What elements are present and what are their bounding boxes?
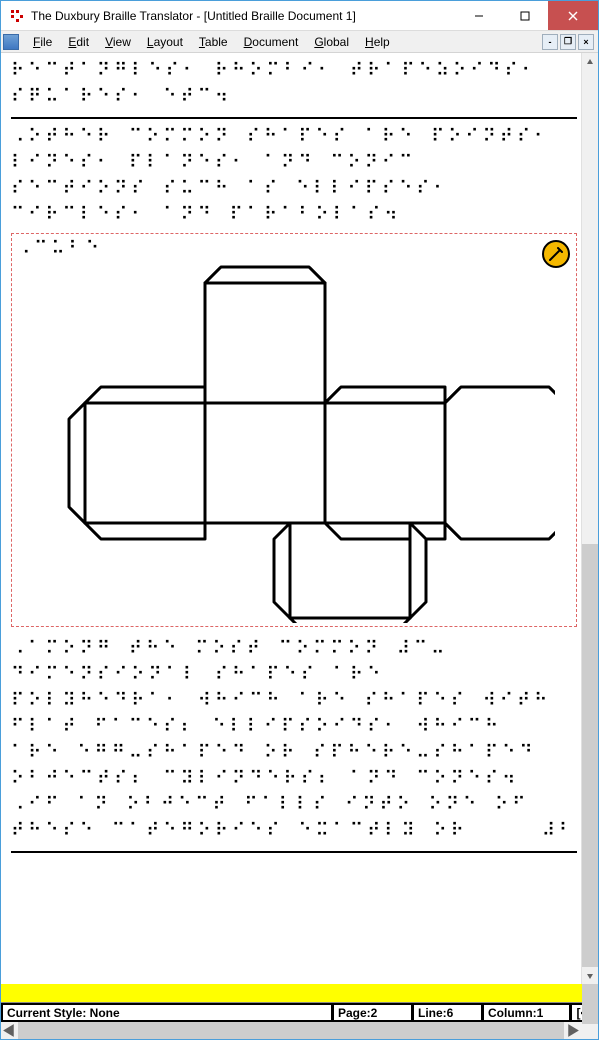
scroll-left-arrow-icon[interactable] (1, 1022, 18, 1039)
tactile-graphic-badge-icon (542, 240, 570, 268)
cube-net-graphic (55, 263, 555, 623)
braille-line: ⠞⠓⠑⠎⠑ ⠉⠁⠞⠑⠛⠕⠗⠊⠑⠎ ⠑⠭⠁⠉⠞⠇⠽ ⠕⠗ ⠼⠃ (11, 819, 577, 845)
braille-line: ⠠⠊⠋ ⠁⠝ ⠕⠃⠚⠑⠉⠞ ⠋⠁⠇⠇⠎ ⠊⠝⠞⠕ ⠕⠝⠑ ⠕⠋ (11, 793, 577, 819)
document-area[interactable]: ⠗⠑⠉⠞⠁⠝⠛⠇⠑⠎⠂ ⠗⠓⠕⠍⠃⠊⠂ ⠞⠗⠁⠏⠑⠵⠕⠊⠙⠎⠂ ⠎⠟⠥⠁⠗⠑⠎⠂… (1, 53, 581, 984)
end-of-page-marker (1, 984, 598, 1002)
braille-line: ⠠⠕⠞⠓⠑⠗ ⠉⠕⠍⠍⠕⠝ ⠎⠓⠁⠏⠑⠎ ⠁⠗⠑ ⠏⠕⠊⠝⠞⠎⠂ (11, 125, 577, 151)
menu-global[interactable]: Global (306, 33, 357, 51)
braille-line: ⠙⠊⠍⠑⠝⠎⠊⠕⠝⠁⠇ ⠎⠓⠁⠏⠑⠎ ⠁⠗⠑ (11, 663, 577, 689)
status-column: Column:1 (482, 1003, 570, 1022)
vertical-scrollbar[interactable] (581, 53, 598, 984)
menu-view[interactable]: View (97, 33, 139, 51)
title-bar: The Duxbury Braille Translator - [Untitl… (1, 1, 598, 31)
minimize-button[interactable] (456, 1, 502, 30)
horizontal-scrollbar[interactable] (1, 1022, 598, 1039)
app-icon (9, 8, 25, 24)
scrollbar-corner (581, 1022, 598, 1039)
mdi-minimize-button[interactable]: ‐ (542, 34, 558, 50)
menu-table[interactable]: Table (191, 33, 236, 51)
close-button[interactable] (548, 1, 598, 30)
graphic-frame[interactable]: ⠠⠉⠥⠃⠑ (11, 233, 577, 627)
scrollbar-thumb[interactable] (582, 544, 598, 1024)
divider (11, 851, 577, 853)
menu-bar: File Edit View Layout Table Document Glo… (1, 31, 598, 53)
status-page: Page:2 (332, 1003, 412, 1022)
menu-help[interactable]: Help (357, 33, 398, 51)
graphic-label: ⠠⠉⠥⠃⠑ (15, 237, 573, 263)
mdi-restore-button[interactable]: ❐ (560, 34, 576, 50)
braille-line: ⠁⠗⠑ ⠑⠛⠛⠤⠎⠓⠁⠏⠑⠙ ⠕⠗ ⠎⠏⠓⠑⠗⠑⠤⠎⠓⠁⠏⠑⠙ (11, 741, 577, 767)
status-line: Line:6 (412, 1003, 482, 1022)
braille-line: ⠎⠟⠥⠁⠗⠑⠎⠂ ⠑⠞⠉⠲ (11, 85, 577, 111)
braille-line: ⠠⠁⠍⠕⠝⠛ ⠞⠓⠑ ⠍⠕⠎⠞ ⠉⠕⠍⠍⠕⠝ ⠼⠉⠤ (11, 637, 577, 663)
scroll-down-arrow-icon[interactable] (582, 967, 598, 984)
mdi-document-icon (3, 34, 19, 50)
scroll-right-arrow-icon[interactable] (564, 1022, 581, 1039)
window-title: The Duxbury Braille Translator - [Untitl… (31, 9, 456, 23)
status-bar: Current Style: None Page:2 Line:6 Column… (1, 1002, 598, 1022)
menu-file[interactable]: File (25, 33, 60, 51)
braille-line: ⠉⠊⠗⠉⠇⠑⠎⠂ ⠁⠝⠙ ⠏⠁⠗⠁⠃⠕⠇⠁⠎⠲ (11, 203, 577, 229)
divider (11, 117, 577, 119)
braille-line: ⠎⠑⠉⠞⠊⠕⠝⠎ ⠎⠥⠉⠓ ⠁⠎ ⠑⠇⠇⠊⠏⠎⠑⠎⠂ (11, 177, 577, 203)
braille-line: ⠗⠑⠉⠞⠁⠝⠛⠇⠑⠎⠂ ⠗⠓⠕⠍⠃⠊⠂ ⠞⠗⠁⠏⠑⠵⠕⠊⠙⠎⠂ (11, 59, 577, 85)
menu-layout[interactable]: Layout (139, 33, 191, 51)
braille-line: ⠇⠊⠝⠑⠎⠂ ⠏⠇⠁⠝⠑⠎⠂ ⠁⠝⠙ ⠉⠕⠝⠊⠉ (11, 151, 577, 177)
status-style: Current Style: None (1, 1003, 332, 1022)
menu-document[interactable]: Document (236, 33, 307, 51)
maximize-button[interactable] (502, 1, 548, 30)
mdi-close-button[interactable]: × (578, 34, 594, 50)
scroll-up-arrow-icon[interactable] (582, 53, 598, 70)
braille-line: ⠏⠕⠇⠽⠓⠑⠙⠗⠁⠂ ⠺⠓⠊⠉⠓ ⠁⠗⠑ ⠎⠓⠁⠏⠑⠎ ⠺⠊⠞⠓ (11, 689, 577, 715)
menu-edit[interactable]: Edit (60, 33, 97, 51)
braille-line: ⠋⠇⠁⠞ ⠋⠁⠉⠑⠎⠆ ⠑⠇⠇⠊⠏⠎⠕⠊⠙⠎⠂ ⠺⠓⠊⠉⠓ (11, 715, 577, 741)
hscrollbar-thumb[interactable] (18, 1022, 564, 1039)
braille-line: ⠕⠃⠚⠑⠉⠞⠎⠆ ⠉⠽⠇⠊⠝⠙⠑⠗⠎⠆ ⠁⠝⠙ ⠉⠕⠝⠑⠎⠲ (11, 767, 577, 793)
